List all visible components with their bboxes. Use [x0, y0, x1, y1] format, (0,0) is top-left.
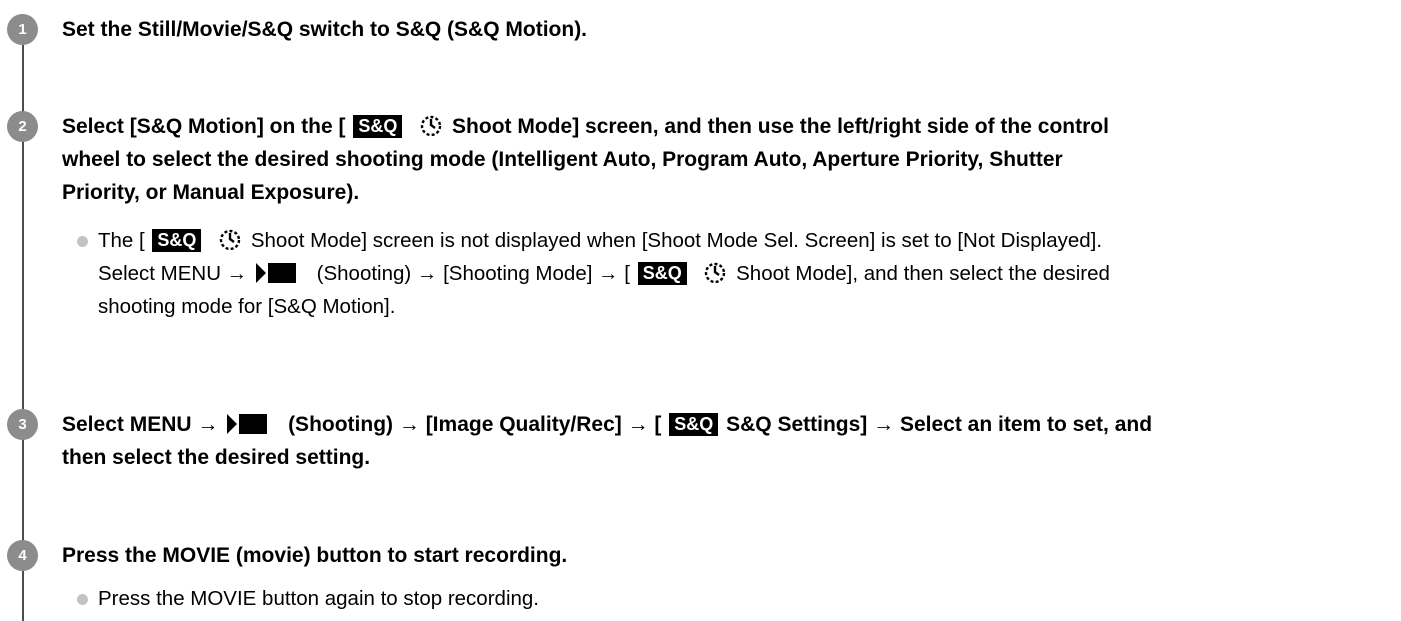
note-text: Shoot Mode] screen is not displayed when…	[250, 229, 1103, 252]
shooting-menu-icon	[227, 414, 268, 434]
step-text: (Shooting) → [Image Quality/Rec] → [	[288, 413, 662, 436]
shooting-menu-icon	[255, 263, 296, 283]
sq-badge-icon: S&Q	[353, 115, 403, 138]
note-text: Select MENU →	[98, 262, 248, 285]
bullet-dot	[77, 594, 88, 605]
step-2-note-line3: shooting mode for [S&Q Motion].	[98, 295, 396, 318]
step-2-line3: Priority, or Manual Exposure).	[62, 181, 360, 204]
step-3-line2: then select the desired setting.	[62, 446, 371, 469]
note-text: Shoot Mode], and then select the desired	[736, 262, 1110, 285]
step-text: S&Q Settings] → Select an item to set, a…	[726, 413, 1153, 436]
step-2-line1-b: Shoot Mode] screen, and then use the lef…	[452, 115, 1109, 138]
step-2-note-line2: Select MENU → (Shooting) → [Shooting Mod…	[98, 258, 1378, 290]
shooting-mode-dial-icon	[219, 229, 241, 251]
note-text: (Shooting) → [Shooting Mode] → [	[316, 262, 630, 285]
step-3-line1: Select MENU → (Shooting) → [Image Qualit…	[62, 408, 1382, 441]
step-2-line1-a: Select [S&Q Motion] on the [	[62, 115, 346, 138]
shooting-mode-dial-icon	[705, 262, 726, 284]
step-2-text: Select [S&Q Motion] on the [ S&Q Shoot M…	[62, 110, 1382, 143]
bullet-dot	[77, 236, 88, 247]
step-number-badge: 1	[7, 14, 38, 45]
sq-badge-icon: S&Q	[669, 413, 719, 436]
step-number-badge: 3	[7, 409, 38, 440]
shooting-mode-dial-icon	[421, 115, 442, 137]
step-number-badge: 2	[7, 111, 38, 142]
sq-badge-icon: S&Q	[152, 229, 202, 252]
step-4-text: Press the MOVIE (movie) button to start …	[62, 544, 568, 567]
step-2-note-line1: The [ S&Q Shoot Mode] screen is not disp…	[98, 225, 1378, 257]
sq-badge-icon: S&Q	[637, 262, 687, 285]
step-text: Select MENU →	[62, 413, 219, 436]
step-4-note: Press the MOVIE button again to stop rec…	[98, 587, 539, 610]
step-1-text: Set the Still/Movie/S&Q switch to S&Q (S…	[62, 18, 588, 41]
step-2-line2: wheel to select the desired shooting mod…	[62, 148, 1063, 171]
step-number-badge: 4	[7, 540, 38, 571]
note-text: The [	[98, 229, 145, 252]
procedure-page: 1 Set the Still/Movie/S&Q switch to S&Q …	[0, 0, 1401, 621]
